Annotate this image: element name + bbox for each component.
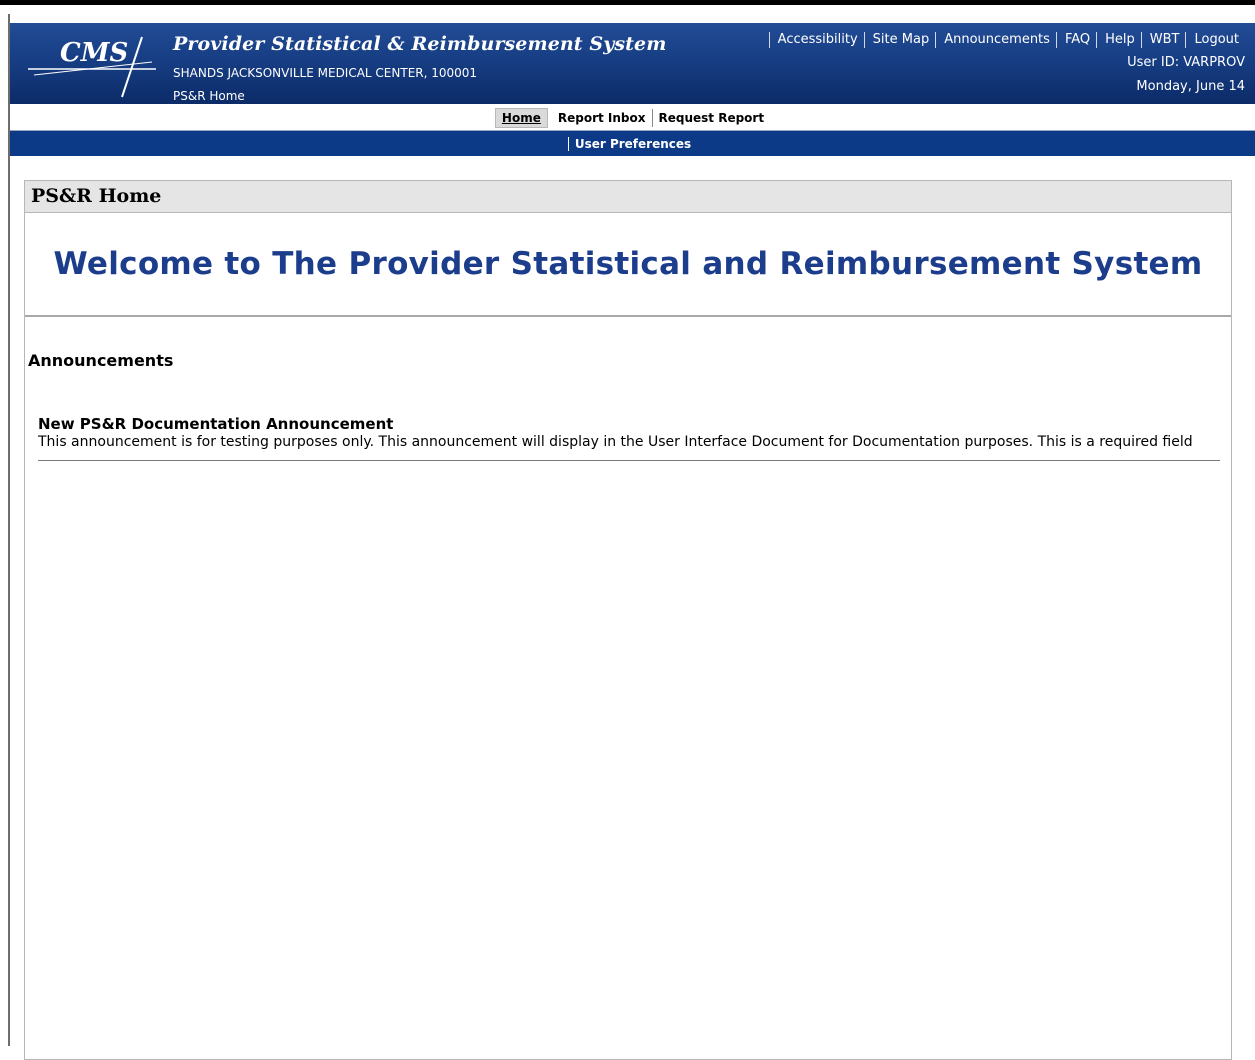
announcement-divider <box>38 460 1220 461</box>
link-accessibility[interactable]: Accessibility <box>768 32 864 48</box>
user-id: User ID: VARPROV <box>1127 55 1245 70</box>
utility-links: Accessibility Site Map Announcements FAQ… <box>768 32 1245 48</box>
primary-nav: Home Report Inbox Request Report <box>10 105 1255 131</box>
secondary-nav: User Preferences <box>10 131 1255 156</box>
page-title: PS&R Home <box>25 181 1231 213</box>
tab-report-inbox[interactable]: Report Inbox <box>552 109 652 127</box>
announcement-title: New PS&R Documentation Announcement <box>38 415 394 433</box>
link-announcements[interactable]: Announcements <box>935 32 1056 48</box>
cms-logo-text: CMS <box>60 38 128 68</box>
welcome-heading: Welcome to The Provider Statistical and … <box>53 246 1203 282</box>
cms-logo[interactable]: CMS <box>24 29 164 99</box>
app-title: Provider Statistical & Reimbursement Sys… <box>173 33 667 55</box>
announcement-item: New PS&R Documentation Announcement This… <box>38 415 1220 461</box>
link-logout[interactable]: Logout <box>1185 32 1245 48</box>
provider-name: SHANDS JACKSONVILLE MEDICAL CENTER, 1000… <box>173 66 478 80</box>
main-content: PS&R Home Welcome to The Provider Statis… <box>24 180 1232 1060</box>
site-header: CMS Provider Statistical & Reimbursement… <box>10 23 1255 104</box>
announcements-heading: Announcements <box>28 351 174 370</box>
tab-user-preferences[interactable]: User Preferences <box>567 136 697 151</box>
current-date: Monday, June 14 <box>1136 79 1245 94</box>
tab-request-report[interactable]: Request Report <box>651 108 771 127</box>
link-faq[interactable]: FAQ <box>1055 32 1096 48</box>
left-edge <box>8 14 10 1046</box>
tab-home[interactable]: Home <box>494 107 548 128</box>
link-site-map[interactable]: Site Map <box>863 32 936 48</box>
announcement-body: This announcement is for testing purpose… <box>38 434 1193 450</box>
top-border <box>0 0 1255 5</box>
breadcrumb: PS&R Home <box>173 89 245 103</box>
link-wbt[interactable]: WBT <box>1140 32 1186 48</box>
link-help[interactable]: Help <box>1096 32 1141 48</box>
divider <box>25 315 1231 317</box>
